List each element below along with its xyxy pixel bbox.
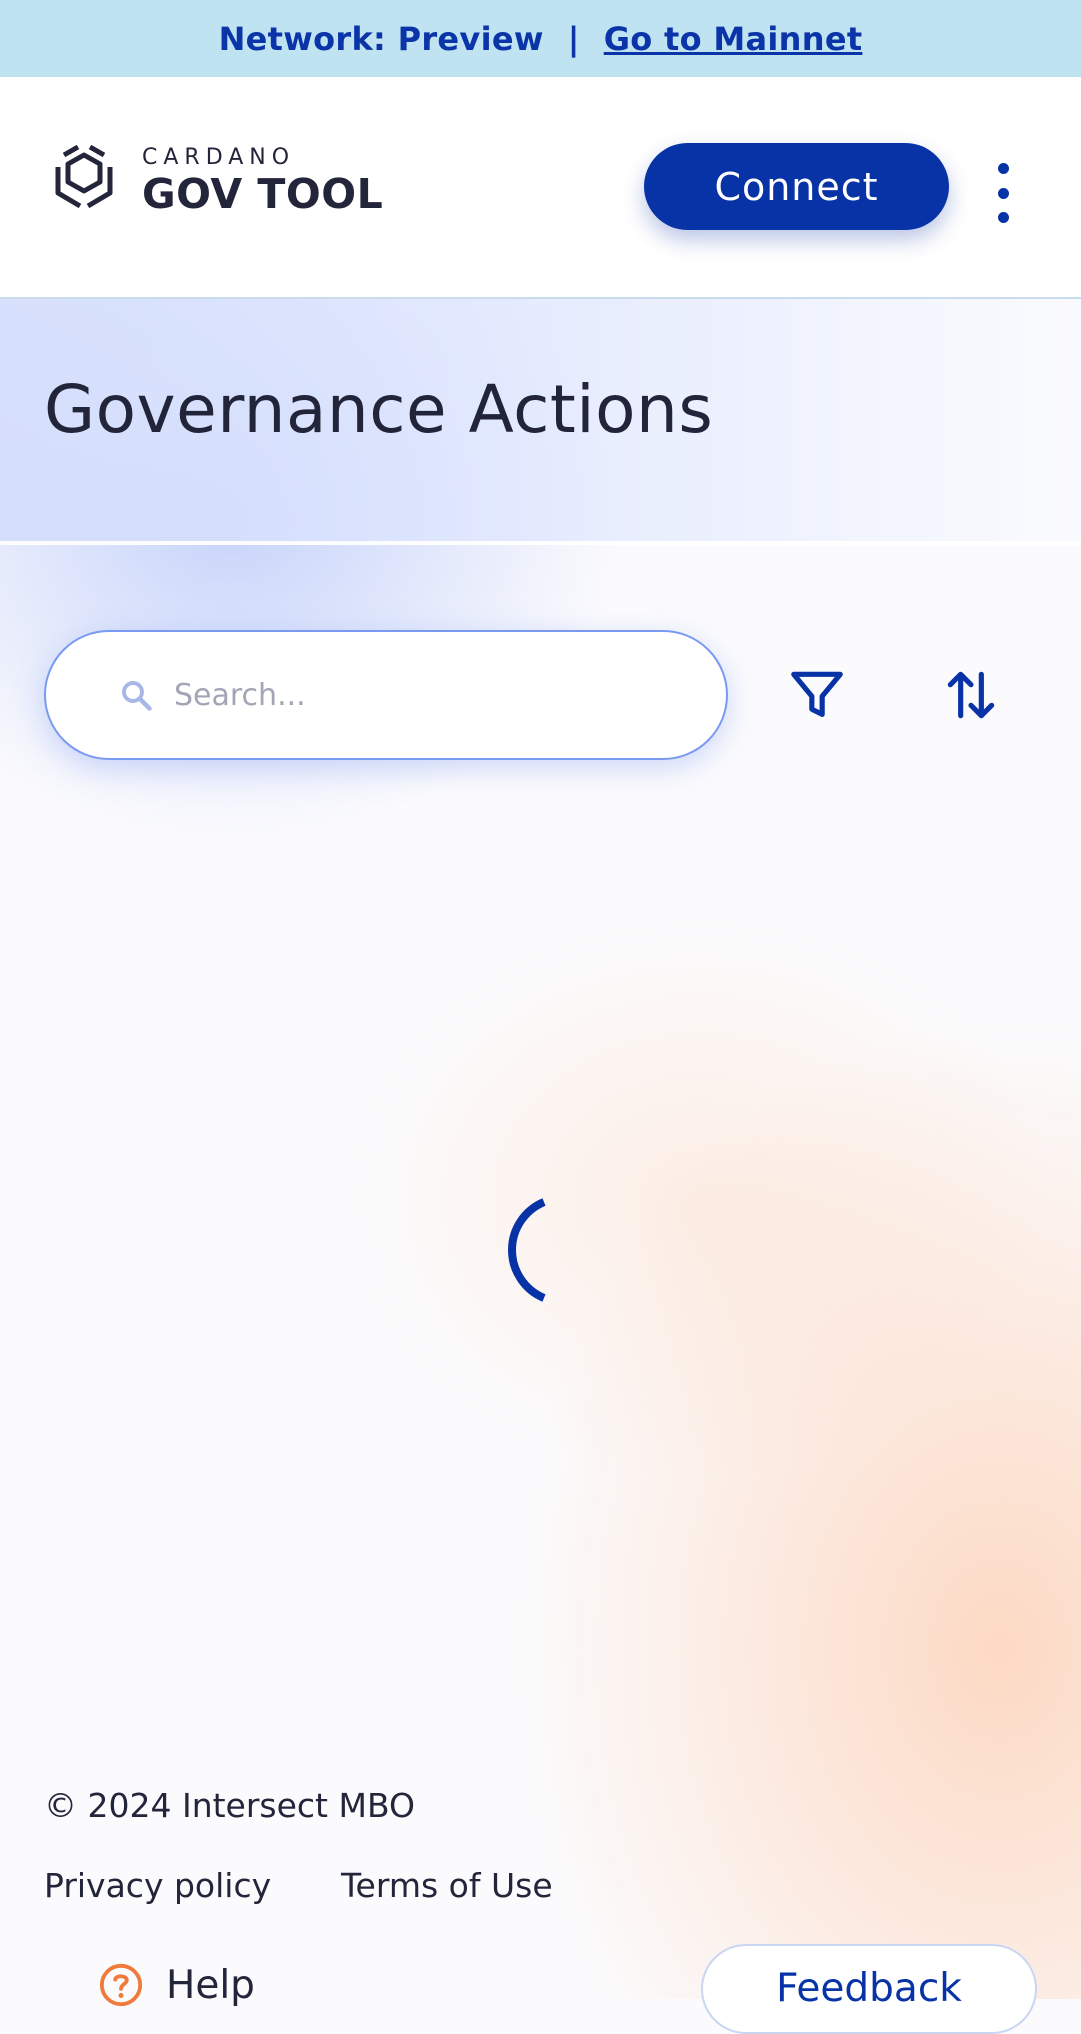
search-box[interactable] [44, 630, 728, 760]
network-label: Network: Preview [218, 19, 544, 58]
app-logo[interactable]: CARDANO GOV TOOL [44, 145, 383, 217]
feedback-button[interactable]: Feedback [701, 1944, 1037, 2034]
terms-of-use-link[interactable]: Terms of Use [341, 1866, 553, 1905]
loading-spinner-icon [484, 1194, 548, 1306]
search-icon [122, 681, 152, 711]
search-input[interactable] [172, 676, 656, 714]
network-banner: Network: Preview | Go to Mainnet [0, 0, 1081, 77]
logo-caption: CARDANO [142, 145, 296, 170]
kebab-dot [997, 163, 1009, 174]
logo-title: GOV TOOL [142, 170, 384, 218]
kebab-dot [997, 187, 1009, 199]
kebab-menu-icon[interactable] [988, 163, 1018, 223]
page-title: Governance Actions [44, 371, 714, 448]
title-section: Governance Actions [0, 299, 1081, 542]
filter-button[interactable] [786, 664, 848, 726]
cardano-logo-icon [55, 145, 113, 209]
network-separator: | [567, 19, 580, 58]
sort-icon [947, 671, 995, 719]
filter-icon [791, 671, 843, 717]
app-header: CARDANO GOV TOOL Connect [0, 77, 1081, 299]
help-label: Help [166, 1962, 255, 2008]
connect-wallet-button[interactable]: Connect [644, 143, 949, 230]
copyright-text: © 2024 Intersect MBO [44, 1786, 415, 1825]
help-button[interactable]: Help [98, 1962, 255, 2008]
title-divider [0, 541, 1081, 545]
sort-button[interactable] [940, 664, 1002, 726]
privacy-policy-link[interactable]: Privacy policy [44, 1866, 271, 1905]
go-to-mainnet-link[interactable]: Go to Mainnet [604, 20, 863, 58]
help-icon [99, 1963, 143, 2007]
kebab-dot [997, 212, 1009, 223]
